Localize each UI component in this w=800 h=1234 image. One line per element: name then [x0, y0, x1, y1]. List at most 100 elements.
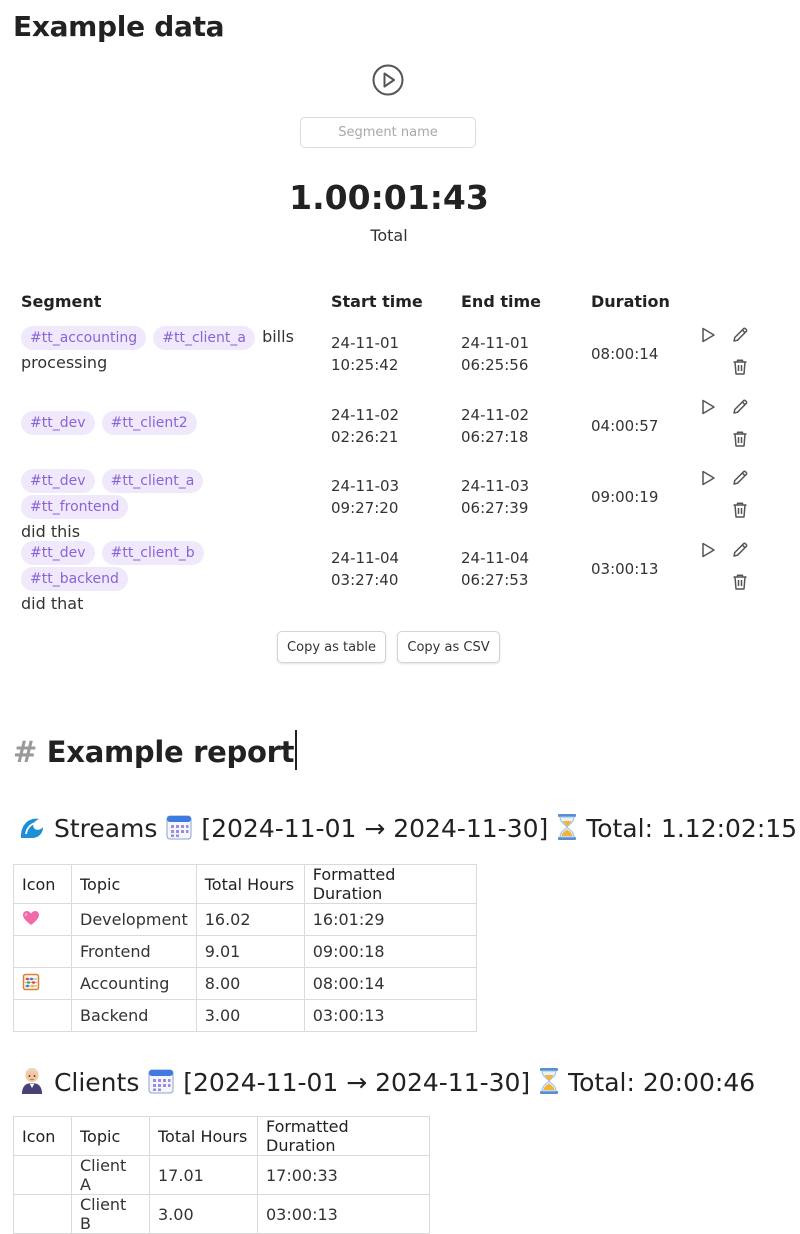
heading-hash: #: [13, 735, 37, 769]
clients-title: Clients: [53, 1068, 140, 1097]
start-clock: 10:25:42: [331, 356, 399, 374]
end-clock: 06:25:56: [461, 356, 529, 374]
formatted-cell: 03:00:13: [303, 999, 477, 1032]
column-header: Topic: [71, 1116, 150, 1156]
hourglass-icon: [556, 813, 578, 847]
play-icon[interactable]: [698, 325, 718, 345]
tag[interactable]: #tt_dev: [21, 541, 95, 565]
tag[interactable]: #tt_dev: [21, 469, 95, 493]
formatted-cell: 03:00:13: [257, 1194, 430, 1234]
column-header: Formatted Duration: [257, 1116, 430, 1156]
edit-pencil-icon[interactable]: [730, 468, 750, 488]
wave-icon: [18, 813, 46, 847]
tag[interactable]: #tt_dev: [21, 411, 95, 435]
header-end-time: End time: [461, 292, 541, 311]
table-row: Frontend 9.01 09:00:18: [13, 935, 477, 968]
table-row: Accounting 8.00 08:00:14: [13, 967, 477, 1000]
duration-cell: 04:00:57: [591, 417, 659, 435]
play-icon[interactable]: [698, 540, 718, 560]
start-date: 24-11-01: [331, 334, 400, 352]
edit-pencil-icon[interactable]: [730, 325, 750, 345]
clients-total: Total: 20:00:46: [568, 1068, 756, 1097]
icon-cell: [13, 967, 72, 1000]
column-header: Icon: [13, 864, 72, 904]
copy-as-table-button[interactable]: Copy as table: [277, 631, 386, 663]
table-header-row: Icon Topic Total Hours Formatted Duratio…: [13, 864, 477, 904]
topic-cell: Backend: [71, 999, 197, 1032]
text-cursor: [295, 730, 297, 770]
trash-icon[interactable]: [730, 572, 750, 592]
trash-icon[interactable]: [730, 429, 750, 449]
formatted-cell: 08:00:14: [303, 967, 477, 1000]
edit-pencil-icon[interactable]: [730, 540, 750, 560]
play-icon[interactable]: [698, 468, 718, 488]
tag[interactable]: #tt_client_a: [153, 326, 255, 350]
end-clock: 06:27:18: [461, 428, 529, 446]
tag[interactable]: #tt_frontend: [21, 495, 129, 519]
hours-cell: 17.01: [149, 1155, 258, 1195]
tag[interactable]: #tt_client_a: [101, 469, 204, 493]
segment-cell: #tt_dev #tt_client_a #tt_frontend did th…: [21, 467, 311, 544]
topic-cell: Accounting: [71, 967, 197, 1000]
hours-cell: 8.00: [195, 967, 305, 1000]
start-date: 24-11-04: [331, 549, 400, 567]
hours-cell: 9.01: [195, 935, 305, 968]
tag[interactable]: #tt_backend: [21, 567, 128, 591]
hours-cell: 3.00: [149, 1194, 258, 1234]
icon-cell: [13, 999, 72, 1032]
column-header: Total Hours: [195, 864, 305, 904]
icon-cell: [13, 903, 72, 936]
report-heading[interactable]: # Example report: [13, 730, 297, 770]
streams-range: [2024-11-01 → 2024-11-30]: [201, 814, 549, 843]
edit-pencil-icon[interactable]: [730, 397, 750, 417]
page-title: Example data: [13, 10, 225, 43]
streams-total: Total: 1.12:02:15: [586, 814, 798, 843]
formatted-cell: 17:00:33: [257, 1155, 430, 1195]
topic-cell: Frontend: [71, 935, 197, 968]
pink-heart-icon: [22, 909, 40, 931]
icon-cell: [13, 1194, 72, 1234]
segment-text: did that: [21, 594, 84, 613]
tag[interactable]: #tt_client2: [101, 411, 197, 435]
hourglass-icon: [538, 1067, 560, 1101]
trash-icon[interactable]: [730, 500, 750, 520]
segment-cell: #tt_dev #tt_client_b #tt_backend did tha…: [21, 539, 311, 616]
calendar-icon: [165, 813, 193, 847]
segment-text: processing: [21, 353, 108, 372]
play-icon[interactable]: [371, 63, 405, 97]
hours-cell: 16.02: [195, 903, 305, 936]
total-time: 1.00:01:43: [289, 178, 489, 217]
copy-as-csv-button[interactable]: Copy as CSV: [397, 631, 500, 663]
tag[interactable]: #tt_client_b: [101, 541, 204, 565]
play-icon[interactable]: [698, 397, 718, 417]
tag[interactable]: #tt_accounting: [21, 326, 147, 350]
table-row: Backend 3.00 03:00:13: [13, 999, 477, 1032]
start-clock: 02:26:21: [331, 428, 399, 446]
start-time-cell: 24-11-02 02:26:21: [331, 404, 399, 448]
calendar-icon: [147, 1067, 175, 1101]
icon-cell: [13, 1155, 72, 1195]
end-clock: 06:27:39: [461, 499, 529, 517]
end-time-cell: 24-11-01 06:25:56: [461, 332, 529, 376]
start-time-cell: 24-11-01 10:25:42: [331, 332, 399, 376]
clients-range: [2024-11-01 → 2024-11-30]: [183, 1068, 531, 1097]
hours-cell: 3.00: [195, 999, 305, 1032]
streams-table: Icon Topic Total Hours Formatted Duratio…: [13, 864, 477, 1032]
end-time-cell: 24-11-03 06:27:39: [461, 475, 529, 519]
start-time-cell: 24-11-04 03:27:40: [331, 547, 399, 591]
trash-icon[interactable]: [730, 357, 750, 377]
start-clock: 03:27:40: [331, 571, 399, 589]
table-row: Client A 17.01 17:00:33: [13, 1155, 430, 1195]
start-time-cell: 24-11-03 09:27:20: [331, 475, 399, 519]
duration-cell: 03:00:13: [591, 560, 659, 578]
start-clock: 09:27:20: [331, 499, 399, 517]
person-icon: [18, 1065, 46, 1101]
topic-cell: Development: [71, 903, 197, 936]
column-header: Total Hours: [149, 1116, 258, 1156]
column-header: Topic: [71, 864, 197, 904]
duration-cell: 08:00:14: [591, 345, 659, 363]
table-header-row: Icon Topic Total Hours Formatted Duratio…: [13, 1116, 430, 1156]
column-header: Formatted Duration: [303, 864, 477, 904]
table-row: Development 16.02 16:01:29: [13, 903, 477, 936]
segment-name-input[interactable]: [300, 117, 476, 148]
